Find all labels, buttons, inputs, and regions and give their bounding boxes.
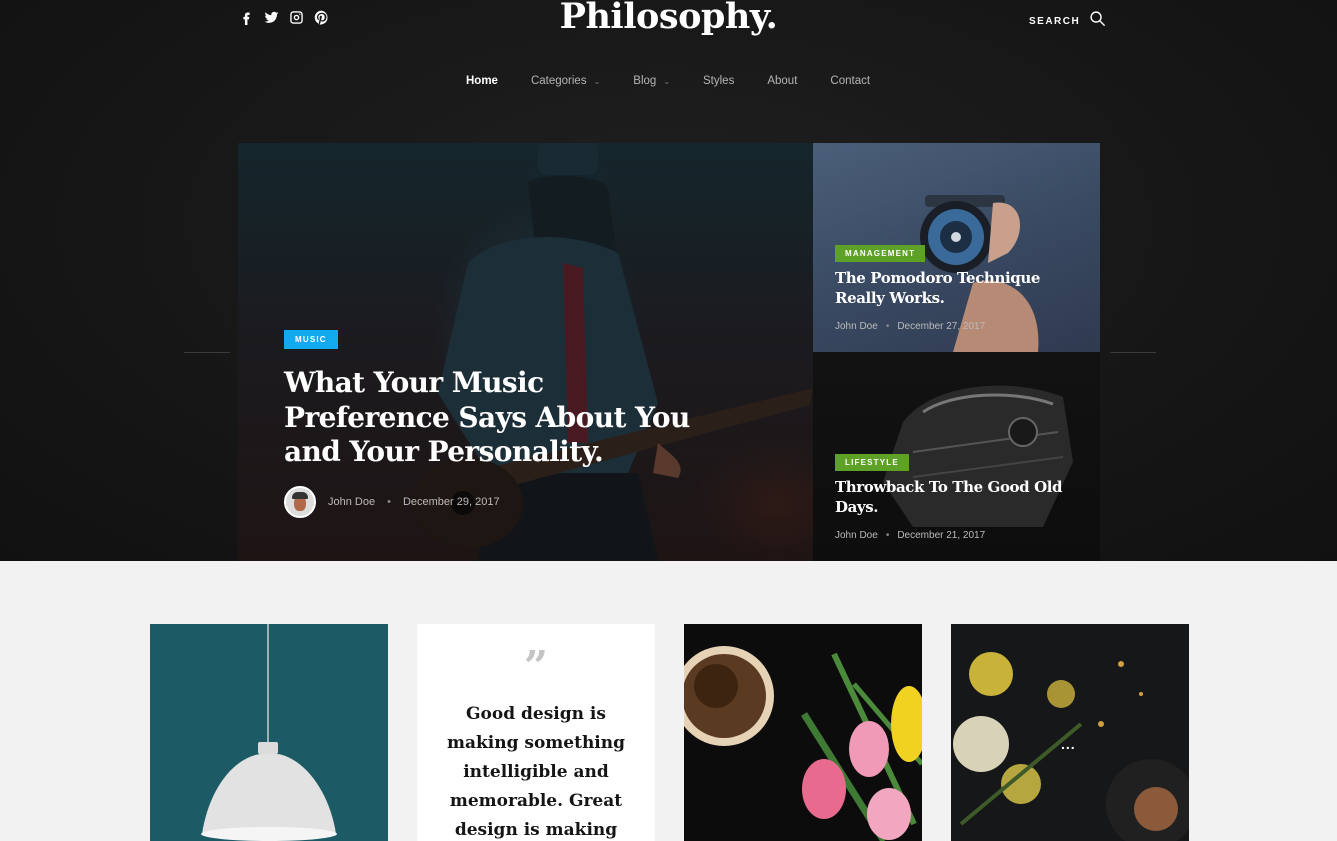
featured-main-post[interactable]: MUSIC What Your Music Preference Says Ab… xyxy=(238,143,813,561)
chevron-down-icon: ⌄ xyxy=(593,76,601,86)
category-badge[interactable]: LIFESTYLE xyxy=(835,454,909,471)
nav-item-categories[interactable]: Categories ⌄ xyxy=(531,75,600,87)
category-badge[interactable]: MUSIC xyxy=(284,330,338,349)
post-author[interactable]: John Doe xyxy=(835,321,878,332)
quote-icon: ” xyxy=(523,642,549,691)
site-logo[interactable]: Philosophy. xyxy=(0,0,1337,37)
nav-item-about[interactable]: About xyxy=(767,75,797,87)
coffee-tulips-image xyxy=(684,646,922,841)
nav-item-styles[interactable]: Styles xyxy=(703,75,734,87)
quote-text: Good design is making something intellig… xyxy=(446,704,626,840)
grid-post-coffee-tulips[interactable] xyxy=(684,624,922,841)
grid-post-lamp[interactable] xyxy=(150,624,388,841)
post-title[interactable]: What Your Music Preference Says About Yo… xyxy=(284,366,704,470)
nav-label: About xyxy=(767,75,798,87)
featured-side-post-throwback[interactable]: LIFESTYLE Throwback To The Good Old Days… xyxy=(813,352,1100,561)
slider-prev-line[interactable] xyxy=(184,352,230,353)
search-icon xyxy=(1089,10,1106,32)
nav-label: Home xyxy=(466,75,498,87)
post-meta: John Doe • December 21, 2017 xyxy=(835,530,985,541)
category-badge[interactable]: MANAGEMENT xyxy=(835,245,926,262)
nav-label: Categories xyxy=(530,75,587,87)
flowers-image xyxy=(953,652,1189,841)
lamp-image xyxy=(201,624,337,841)
avatar xyxy=(284,486,316,518)
post-author[interactable]: John Doe xyxy=(835,530,878,541)
separator-dot: • xyxy=(885,530,890,541)
nav-label: Blog xyxy=(633,75,657,87)
header-hero-area: Philosophy. SEARCH Home Categories ⌄ Blog… xyxy=(0,0,1337,561)
post-meta: John Doe • December 29, 2017 xyxy=(284,486,500,518)
nav-item-blog[interactable]: Blog ⌄ xyxy=(633,75,670,87)
post-title[interactable]: Throwback To The Good Old Days. xyxy=(835,478,1065,517)
nav-label: Styles xyxy=(703,75,735,87)
nav-item-home[interactable]: Home xyxy=(466,75,498,87)
post-date: December 29, 2017 xyxy=(402,496,500,508)
nav-item-contact[interactable]: Contact xyxy=(830,75,870,87)
featured-side-post-pomodoro[interactable]: MANAGEMENT The Pomodoro Technique Really… xyxy=(813,143,1100,352)
search-label: SEARCH xyxy=(1029,15,1081,27)
grid-post-flowers[interactable]: ... xyxy=(951,624,1189,841)
post-date: December 27, 2017 xyxy=(897,321,986,332)
more-icon[interactable]: ... xyxy=(1061,736,1076,752)
separator-dot: • xyxy=(387,496,391,508)
nav-label: Contact xyxy=(830,75,871,87)
post-meta: John Doe • December 27, 2017 xyxy=(835,321,985,332)
slider-next-line[interactable] xyxy=(1110,352,1156,353)
post-author[interactable]: John Doe xyxy=(328,496,375,508)
main-nav: Home Categories ⌄ Blog ⌄ Styles About Cont… xyxy=(466,75,903,87)
chevron-down-icon: ⌄ xyxy=(663,76,671,86)
grid-post-quote[interactable]: ” Good design is making something intell… xyxy=(417,624,655,841)
search-toggle[interactable]: SEARCH xyxy=(1029,10,1106,32)
post-title[interactable]: The Pomodoro Technique Really Works. xyxy=(835,269,1065,308)
post-date: December 21, 2017 xyxy=(897,530,986,541)
separator-dot: • xyxy=(885,321,890,332)
